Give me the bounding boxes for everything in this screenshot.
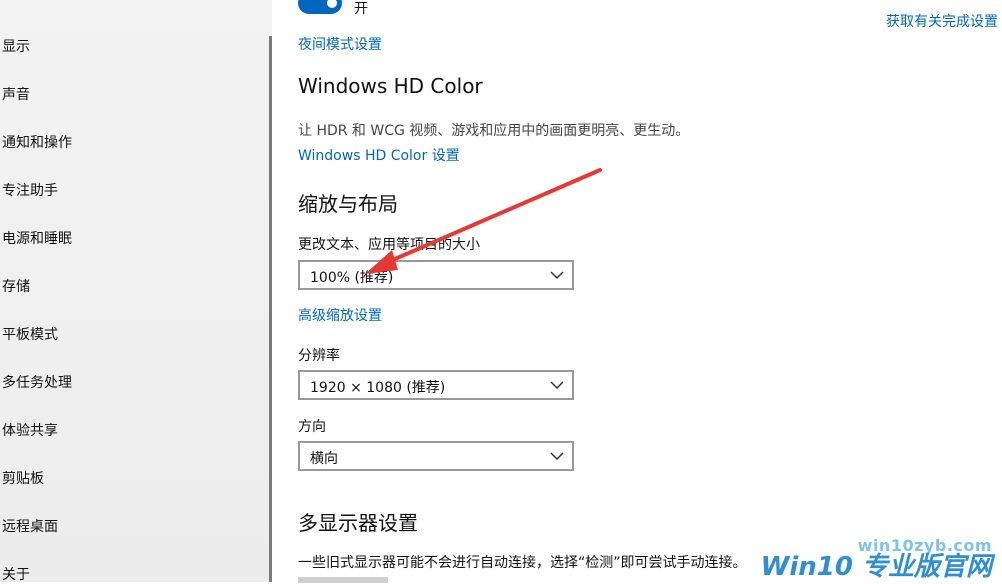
scale-dropdown[interactable]: 100% (推荐) xyxy=(298,260,574,290)
sidebar-item-clipboard[interactable]: 剪贴板 xyxy=(2,468,44,488)
hdr-settings-link[interactable]: Windows HD Color 设置 xyxy=(298,145,460,165)
night-light-settings-link[interactable]: 夜间模式设置 xyxy=(298,34,382,54)
toggle-knob xyxy=(327,0,337,8)
sidebar-item-tablet-mode[interactable]: 平板模式 xyxy=(2,324,58,344)
sidebar-item-notifications[interactable]: 通知和操作 xyxy=(2,132,72,152)
sidebar-item-focus-assist[interactable]: 专注助手 xyxy=(2,180,58,200)
sidebar-item-display[interactable]: 显示 xyxy=(2,36,30,56)
chevron-down-icon xyxy=(550,271,564,280)
multi-display-description: 一些旧式显示器可能不会进行自动连接，选择“检测”即可尝试手动连接。 xyxy=(298,555,747,571)
sidebar-item-remote-desktop[interactable]: 远程桌面 xyxy=(2,516,58,536)
sidebar-item-shared-experiences[interactable]: 体验共享 xyxy=(2,420,58,440)
resolution-label: 分辨率 xyxy=(298,348,340,364)
sidebar-item-power-sleep[interactable]: 电源和睡眠 xyxy=(2,228,72,248)
sidebar-item-sound[interactable]: 声音 xyxy=(2,84,30,104)
orientation-dropdown-value: 横向 xyxy=(310,451,338,467)
display-settings-pane: 开 夜间模式设置 获取有关完成设置 Windows HD Color 让 HDR… xyxy=(272,0,1002,583)
hdr-description: 让 HDR 和 WCG 视频、游戏和应用中的画面更明亮、更生动。 xyxy=(298,123,690,139)
chevron-down-icon xyxy=(550,452,564,461)
sidebar-item-storage[interactable]: 存储 xyxy=(2,276,30,296)
chevron-down-icon xyxy=(550,381,564,390)
scale-layout-title: 缩放与布局 xyxy=(298,192,398,216)
help-link[interactable]: 获取有关完成设置 xyxy=(886,11,998,31)
watermark-name: Win10 专业版官网 xyxy=(760,552,992,582)
detect-button[interactable] xyxy=(298,577,388,583)
night-light-toggle[interactable] xyxy=(298,0,342,14)
settings-sidebar: 显示 声音 通知和操作 专注助手 电源和睡眠 存储 平板模式 多任务处理 体验共… xyxy=(0,0,272,584)
sidebar-item-multitasking[interactable]: 多任务处理 xyxy=(2,372,72,392)
orientation-dropdown[interactable]: 横向 xyxy=(298,441,574,471)
scale-dropdown-value: 100% (推荐) xyxy=(310,270,394,286)
sidebar-item-about[interactable]: 关于 xyxy=(2,564,30,584)
text-size-label: 更改文本、应用等项目的大小 xyxy=(298,237,480,253)
orientation-label: 方向 xyxy=(298,419,326,435)
night-light-toggle-label: 开 xyxy=(354,1,368,17)
multi-display-title: 多显示器设置 xyxy=(298,511,418,535)
advanced-scaling-link[interactable]: 高级缩放设置 xyxy=(298,305,382,325)
resolution-dropdown-value: 1920 × 1080 (推荐) xyxy=(310,380,446,396)
hdr-section-title: Windows HD Color xyxy=(298,74,483,98)
resolution-dropdown[interactable]: 1920 × 1080 (推荐) xyxy=(298,370,574,400)
